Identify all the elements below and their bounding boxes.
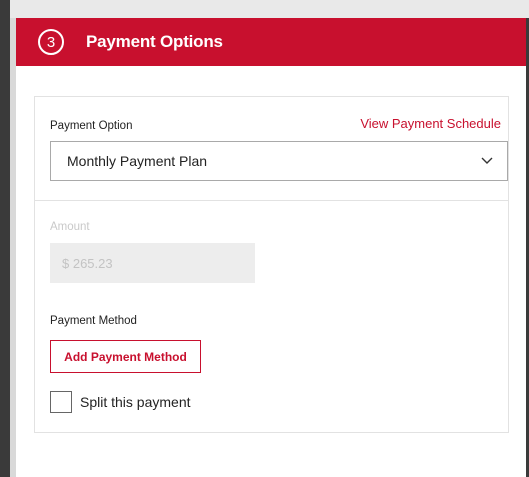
section-divider <box>35 200 508 201</box>
step-number-badge: 3 <box>38 29 64 55</box>
amount-field <box>50 243 255 283</box>
step-number: 3 <box>46 33 56 51</box>
window-top-border <box>0 0 529 18</box>
payment-method-label: Payment Method <box>50 315 137 327</box>
payment-options-card: Payment Option View Payment Schedule Mon… <box>34 96 509 433</box>
window-left-border <box>0 0 10 477</box>
section-title: Payment Options <box>86 32 223 51</box>
amount-label: Amount <box>50 221 90 233</box>
add-payment-method-button[interactable]: Add Payment Method <box>50 340 201 373</box>
chevron-down-icon <box>481 157 493 164</box>
window-left-inner-border <box>10 18 16 477</box>
split-payment-checkbox[interactable] <box>50 391 72 413</box>
view-payment-schedule-link[interactable]: View Payment Schedule <box>360 116 501 131</box>
split-payment-label[interactable]: Split this payment <box>80 394 191 410</box>
payment-option-select[interactable]: Monthly Payment Plan <box>50 141 508 181</box>
payment-options-panel: 3 Payment Options Payment Option View Pa… <box>0 0 529 477</box>
section-header: 3 Payment Options <box>16 18 526 66</box>
payment-option-label: Payment Option <box>50 120 133 132</box>
payment-option-selected-value: Monthly Payment Plan <box>67 153 208 169</box>
